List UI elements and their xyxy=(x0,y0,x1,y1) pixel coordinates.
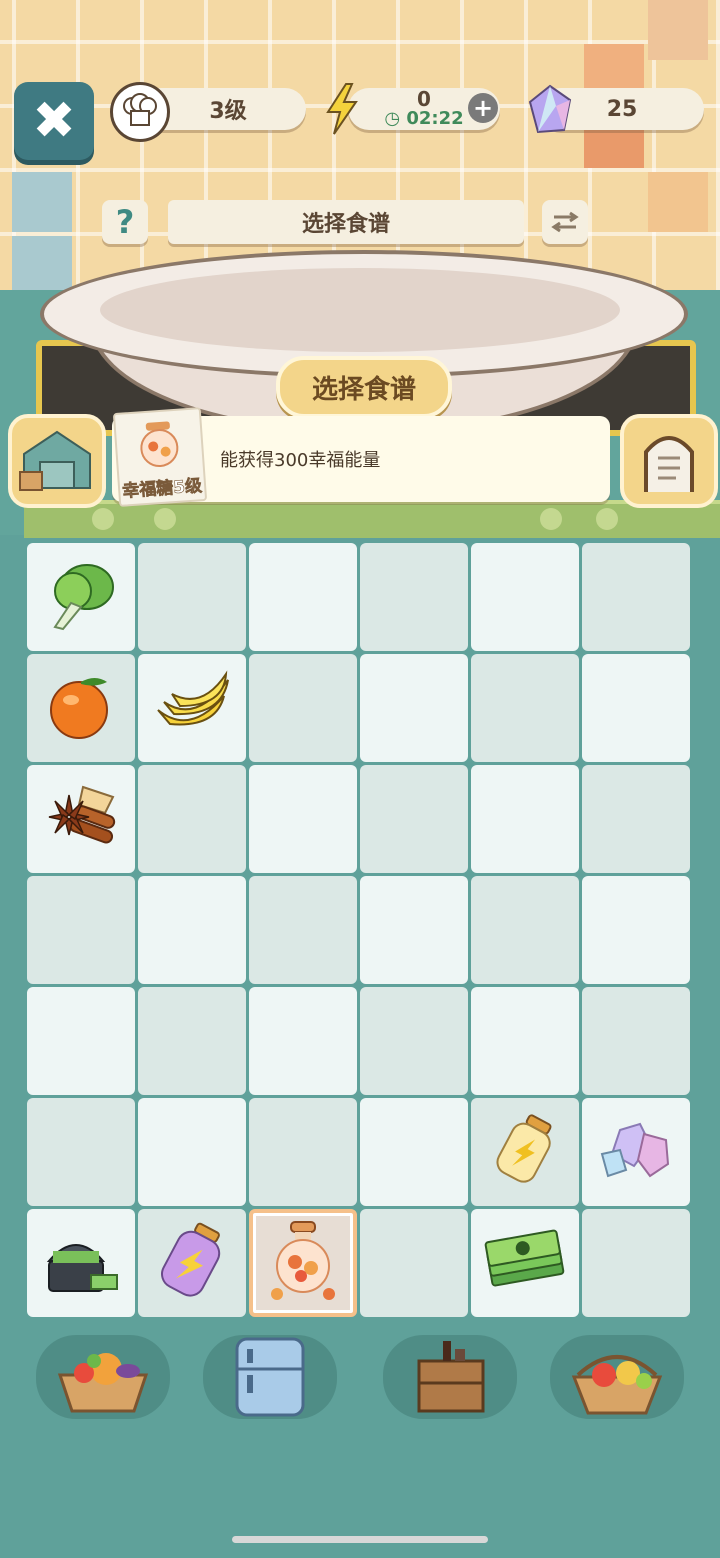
level-text: 3级 xyxy=(209,99,247,124)
grid-cell[interactable] xyxy=(360,876,468,984)
grid-cell[interactable] xyxy=(582,543,690,651)
candy-jar-icon xyxy=(140,421,179,468)
bok-choy-icon[interactable] xyxy=(41,555,121,639)
menu-board-icon xyxy=(644,436,694,492)
grid-cell[interactable] xyxy=(138,987,246,1095)
recipe-thumbnail: 幸福糖5级 xyxy=(112,407,208,507)
reward-text: 能获得300幸福能量 xyxy=(220,450,381,471)
star-anise-cinnamon-icon[interactable] xyxy=(39,775,123,863)
grid-cell[interactable] xyxy=(582,987,690,1095)
grid-cell[interactable] xyxy=(360,543,468,651)
counter-dot xyxy=(154,508,176,530)
candy-jar-icon[interactable] xyxy=(261,1216,345,1310)
pot-inner xyxy=(100,268,620,352)
grid-cell[interactable] xyxy=(138,543,246,651)
close-button[interactable]: ✖ xyxy=(14,82,94,160)
counter-dot xyxy=(596,508,618,530)
cabinet-icon xyxy=(417,1341,485,1413)
yellow-energy-jar-icon[interactable] xyxy=(485,1108,565,1196)
grid-cell[interactable] xyxy=(27,543,135,651)
refrigerator-icon xyxy=(235,1337,305,1417)
grid-cell[interactable] xyxy=(471,654,579,762)
grid-cell[interactable] xyxy=(471,987,579,1095)
warehouse-button[interactable] xyxy=(8,414,106,508)
grid-cell[interactable] xyxy=(138,1098,246,1206)
vegetable-basket-button[interactable] xyxy=(36,1335,170,1419)
treasure-chest-icon[interactable] xyxy=(39,1221,123,1305)
grid-cell[interactable] xyxy=(360,987,468,1095)
grid-cell[interactable] xyxy=(27,987,135,1095)
grid-cell[interactable] xyxy=(27,765,135,873)
cabinet-button[interactable] xyxy=(383,1335,517,1419)
purple-energy-jar-icon[interactable] xyxy=(150,1218,234,1308)
grid-cell[interactable] xyxy=(249,543,357,651)
grid-cell[interactable] xyxy=(471,1209,579,1317)
merge-board xyxy=(26,542,694,1322)
select-recipe-button[interactable]: 选择食谱 xyxy=(276,356,452,418)
grid-cell[interactable] xyxy=(249,1098,357,1206)
grid-cell[interactable] xyxy=(360,1209,468,1317)
grid-cell[interactable] xyxy=(249,1209,357,1317)
swap-button[interactable] xyxy=(542,200,588,244)
home-indicator xyxy=(232,1536,488,1543)
gems-value: 25 xyxy=(606,96,638,122)
grid-cell[interactable] xyxy=(27,1098,135,1206)
help-button[interactable]: ? xyxy=(102,200,148,244)
swap-icon xyxy=(551,211,579,233)
gem-icon xyxy=(526,84,574,136)
grid-cell[interactable] xyxy=(582,876,690,984)
chef-hat-icon xyxy=(110,82,170,142)
question-icon: ? xyxy=(115,203,135,241)
fruit-basket-icon xyxy=(571,1355,663,1415)
banana-icon[interactable] xyxy=(150,666,234,750)
energy-timer-row: ◷ 02:22 xyxy=(384,109,463,129)
grid-cell[interactable] xyxy=(249,987,357,1095)
vegetable-basket-icon xyxy=(57,1353,149,1413)
grid-cell[interactable] xyxy=(360,765,468,873)
grid-cell[interactable] xyxy=(582,765,690,873)
recipe-title: 选择食谱 xyxy=(301,212,390,237)
grid-cell[interactable] xyxy=(138,876,246,984)
clock-icon: ◷ xyxy=(384,108,401,129)
grid-cell[interactable] xyxy=(582,1209,690,1317)
grid-cell[interactable] xyxy=(249,765,357,873)
counter-dot xyxy=(540,508,562,530)
grid-cell[interactable] xyxy=(360,654,468,762)
lightning-icon xyxy=(322,82,362,136)
grid-cell[interactable] xyxy=(27,1209,135,1317)
orange-icon[interactable] xyxy=(41,666,121,750)
grid-cell[interactable] xyxy=(471,765,579,873)
add-energy-button[interactable]: + xyxy=(468,93,498,123)
counter-dot xyxy=(92,508,114,530)
grid-cell[interactable] xyxy=(582,654,690,762)
recipe-title-bar: 选择食谱 xyxy=(168,200,524,244)
grid-cell[interactable] xyxy=(471,1098,579,1206)
grid-cell[interactable] xyxy=(138,654,246,762)
grid-cell[interactable] xyxy=(138,765,246,873)
plus-icon: + xyxy=(472,94,494,122)
energy-value: 0 xyxy=(417,87,431,111)
grid-cell[interactable] xyxy=(138,1209,246,1317)
crystal-gems-icon[interactable] xyxy=(594,1110,678,1194)
select-recipe-label: 选择食谱 xyxy=(311,374,416,405)
grid-cell[interactable] xyxy=(27,654,135,762)
warehouse-icon xyxy=(19,430,91,491)
grid-cell[interactable] xyxy=(249,876,357,984)
grid-cell[interactable] xyxy=(360,1098,468,1206)
cash-stack-icon[interactable] xyxy=(483,1226,567,1300)
refrigerator-button[interactable] xyxy=(203,1335,337,1419)
grid-cell[interactable] xyxy=(582,1098,690,1206)
grid-cell[interactable] xyxy=(471,543,579,651)
menu-board-button[interactable] xyxy=(620,414,718,508)
grid-cell[interactable] xyxy=(471,876,579,984)
energy-timer: 02:22 xyxy=(406,108,464,129)
close-icon: ✖ xyxy=(32,91,76,151)
recipe-info-card: 幸福糖5级 能获得300幸福能量 xyxy=(112,407,610,507)
grid-cell[interactable] xyxy=(249,654,357,762)
grid-cell[interactable] xyxy=(27,876,135,984)
fruit-basket-button[interactable] xyxy=(550,1335,684,1419)
